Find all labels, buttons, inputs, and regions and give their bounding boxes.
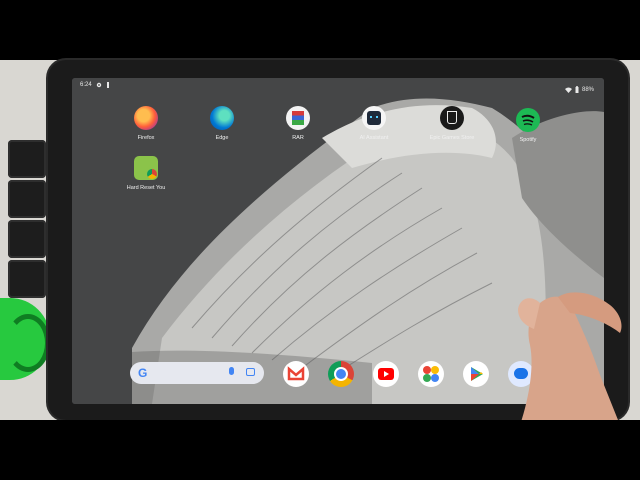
app-label: RAR	[292, 135, 304, 141]
battery-icon	[575, 86, 579, 93]
app-label: Hard Reset You	[126, 185, 166, 191]
wifi-icon	[564, 87, 572, 93]
play-store-icon[interactable]	[463, 361, 489, 387]
epic-games-icon	[440, 106, 464, 130]
app-label: Epic Games Store	[429, 135, 475, 141]
video-letterbox-bottom	[0, 420, 640, 480]
phone-stand-block	[8, 140, 46, 178]
settings-icon	[96, 82, 101, 88]
hand	[518, 292, 622, 425]
app-hard-reset-you[interactable]: Hard Reset You	[106, 156, 186, 191]
app-label: AI Assistant	[359, 135, 389, 141]
firefox-icon	[134, 106, 158, 130]
phone-stand-block	[8, 180, 46, 218]
app-spotify[interactable]: Spotify	[488, 108, 568, 143]
mic-icon[interactable]	[229, 367, 234, 375]
status-bar-left: 6:24	[80, 82, 110, 88]
gmail-icon[interactable]	[283, 361, 309, 387]
app-epic-games-store[interactable]: Epic Games Store	[412, 106, 492, 141]
youtube-icon[interactable]	[373, 361, 399, 387]
spotify-icon	[516, 108, 540, 132]
battery-percent: 88%	[581, 86, 594, 93]
clock: 6:24	[80, 82, 92, 88]
battery-small-icon	[106, 82, 109, 88]
photos-icon[interactable]	[418, 361, 444, 387]
power-logo-icon	[6, 314, 50, 372]
app-ai-assistant[interactable]: AI Assistant	[334, 106, 414, 141]
lens-icon[interactable]	[246, 368, 255, 376]
google-g-icon: G	[138, 366, 148, 380]
app-rar[interactable]: RAR	[258, 106, 338, 141]
chrome-icon[interactable]	[328, 361, 354, 387]
phone-stand-block	[8, 220, 46, 258]
app-label: Edge	[215, 135, 229, 141]
app-label: Firefox	[137, 135, 155, 141]
video-letterbox-top	[0, 0, 640, 60]
app-edge[interactable]: Edge	[182, 106, 262, 141]
ai-assistant-icon	[362, 106, 386, 130]
edge-icon	[210, 106, 234, 130]
app-label: Spotify	[519, 137, 537, 143]
app-firefox[interactable]: Firefox	[106, 106, 186, 141]
rar-icon	[286, 106, 310, 130]
phone-stand-block	[8, 260, 46, 298]
hard-reset-you-icon	[134, 156, 158, 180]
google-search-bar[interactable]: G	[130, 362, 264, 384]
status-bar-right: 88%	[564, 86, 594, 93]
